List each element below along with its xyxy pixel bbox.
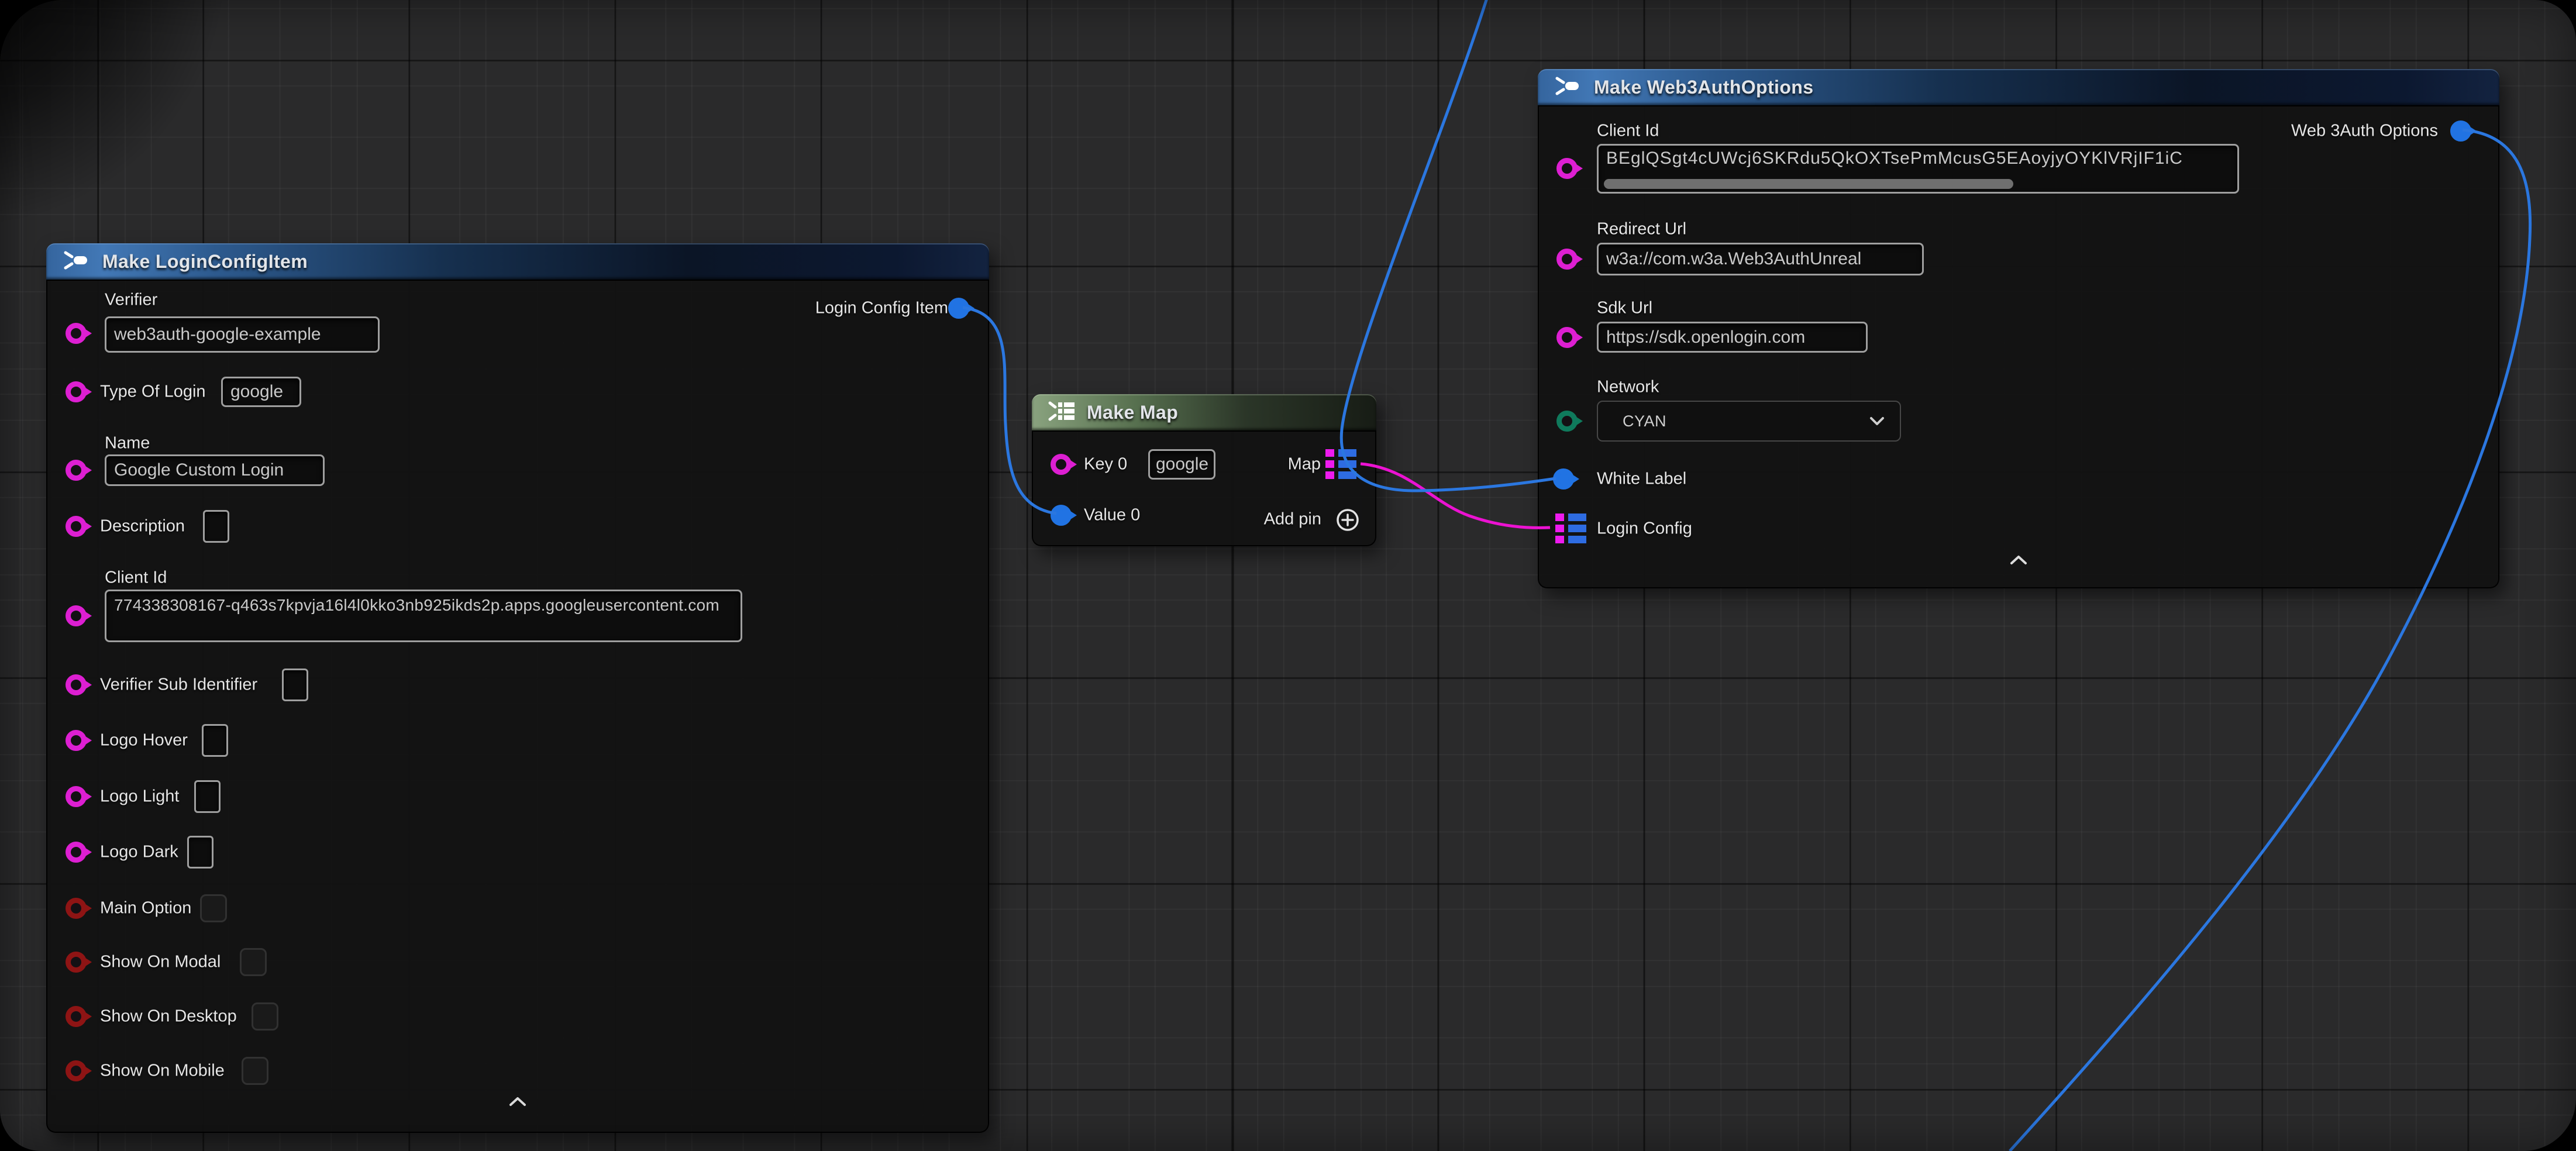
sdk-url-label: Sdk Url	[1597, 299, 1652, 318]
show-on-desktop-pin[interactable]	[66, 1006, 87, 1027]
network-label: Network	[1597, 378, 1659, 397]
name-label: Name	[105, 434, 150, 453]
blueprint-canvas[interactable]: Make LoginConfigItem Login Config Item V…	[0, 0, 2576, 1151]
wire-map-to-login-config[interactable]	[1361, 464, 1550, 528]
redirect-url-label: Redirect Url	[1597, 220, 1686, 239]
make-struct-icon	[1553, 75, 1581, 99]
logo-hover-label: Logo Hover	[100, 731, 188, 750]
add-pin-icon[interactable]	[1334, 506, 1361, 536]
web3auth-options-output-pin[interactable]	[2450, 120, 2471, 142]
verifier-label: Verifier	[105, 291, 157, 310]
collapse-chevron-icon[interactable]	[2007, 553, 2030, 569]
key0-input[interactable]: google	[1148, 449, 1215, 480]
output-pin-label: Login Config Item	[815, 299, 948, 318]
type-of-login-input[interactable]: google	[221, 377, 301, 407]
value0-pin[interactable]	[1051, 505, 1072, 526]
description-input[interactable]	[203, 510, 229, 543]
redirect-url-pin[interactable]	[1556, 249, 1578, 270]
show-on-mobile-checkbox[interactable]	[242, 1057, 268, 1085]
show-on-desktop-label: Show On Desktop	[100, 1007, 237, 1026]
node-header[interactable]: Make LoginConfigItem	[46, 243, 989, 281]
node-title: Make Web3AuthOptions	[1594, 77, 1813, 98]
verifier-input[interactable]: web3auth-google-example	[105, 316, 380, 353]
main-option-checkbox[interactable]	[200, 894, 227, 922]
redirect-url-input[interactable]: w3a://com.w3a.Web3AuthUnreal	[1597, 243, 1924, 275]
node-make-web3authoptions[interactable]: Make Web3AuthOptions Web 3Auth Options C…	[1538, 69, 2499, 588]
node-header[interactable]: Make Map	[1032, 394, 1376, 432]
verifier-sub-identifier-label: Verifier Sub Identifier	[100, 676, 257, 695]
node-make-loginconfigitem[interactable]: Make LoginConfigItem Login Config Item V…	[46, 243, 989, 1133]
logo-light-label: Logo Light	[100, 787, 179, 807]
verifier-pin[interactable]	[66, 323, 87, 344]
description-pin[interactable]	[66, 516, 87, 537]
map-output-label: Map	[1288, 455, 1321, 474]
network-dropdown-value: CYAN	[1623, 412, 1666, 430]
network-dropdown[interactable]: CYAN	[1597, 401, 1901, 442]
add-pin-label: Add pin	[1264, 510, 1321, 529]
show-on-mobile-label: Show On Mobile	[100, 1062, 225, 1081]
value0-label: Value 0	[1084, 506, 1140, 525]
make-map-icon	[1047, 400, 1077, 425]
main-option-pin[interactable]	[66, 898, 87, 919]
white-label-pin[interactable]	[1553, 468, 1574, 490]
description-label: Description	[100, 517, 185, 536]
name-input[interactable]: Google Custom Login	[105, 454, 325, 486]
show-on-modal-label: Show On Modal	[100, 953, 221, 972]
main-option-label: Main Option	[100, 899, 191, 918]
key0-label: Key 0	[1084, 455, 1127, 474]
logo-light-input[interactable]	[194, 780, 221, 813]
logo-hover-input[interactable]	[202, 724, 228, 757]
node-title: Make Map	[1087, 402, 1178, 423]
node-make-map[interactable]: Make Map Key 0 google Map Value 0 Add pi…	[1032, 394, 1376, 546]
node-title: Make LoginConfigItem	[102, 251, 308, 273]
show-on-modal-checkbox[interactable]	[240, 948, 267, 976]
output-pin-label: Web 3Auth Options	[2291, 122, 2438, 141]
client-id-label: Client Id	[1597, 122, 1659, 141]
client-id-pin[interactable]	[66, 605, 87, 626]
client-id-scrollbar[interactable]	[1604, 179, 2013, 189]
type-of-login-label: Type Of Login	[100, 382, 206, 402]
key0-pin[interactable]	[1051, 454, 1072, 475]
show-on-desktop-checkbox[interactable]	[252, 1002, 278, 1031]
type-of-login-pin[interactable]	[66, 381, 87, 402]
make-struct-icon	[61, 250, 89, 274]
map-output-pin[interactable]	[1325, 449, 1356, 479]
node-header[interactable]: Make Web3AuthOptions	[1538, 69, 2499, 106]
collapse-chevron-icon[interactable]	[507, 1095, 529, 1111]
logo-hover-pin[interactable]	[66, 730, 87, 751]
login-config-item-output-pin[interactable]	[948, 298, 969, 319]
client-id-pin[interactable]	[1556, 158, 1578, 179]
chevron-down-icon	[1868, 412, 1886, 430]
login-config-label: Login Config	[1597, 519, 1692, 539]
client-id-label: Client Id	[105, 568, 167, 588]
verifier-sub-identifier-pin[interactable]	[66, 674, 87, 695]
login-config-pin[interactable]	[1555, 514, 1586, 543]
logo-dark-input[interactable]	[187, 836, 213, 869]
name-pin[interactable]	[66, 460, 87, 481]
logo-dark-pin[interactable]	[66, 842, 87, 863]
sdk-url-input[interactable]: https://sdk.openlogin.com	[1597, 322, 1868, 353]
logo-dark-label: Logo Dark	[100, 843, 178, 862]
logo-light-pin[interactable]	[66, 786, 87, 807]
network-pin[interactable]	[1556, 411, 1578, 432]
show-on-mobile-pin[interactable]	[66, 1060, 87, 1081]
sdk-url-pin[interactable]	[1556, 327, 1578, 348]
show-on-modal-pin[interactable]	[66, 952, 87, 973]
white-label-label: White Label	[1597, 470, 1686, 489]
client-id-input[interactable]: 774338308167-q463s7kpvja16l4l0kko3nb925i…	[105, 590, 742, 642]
verifier-sub-identifier-input[interactable]	[282, 668, 308, 701]
